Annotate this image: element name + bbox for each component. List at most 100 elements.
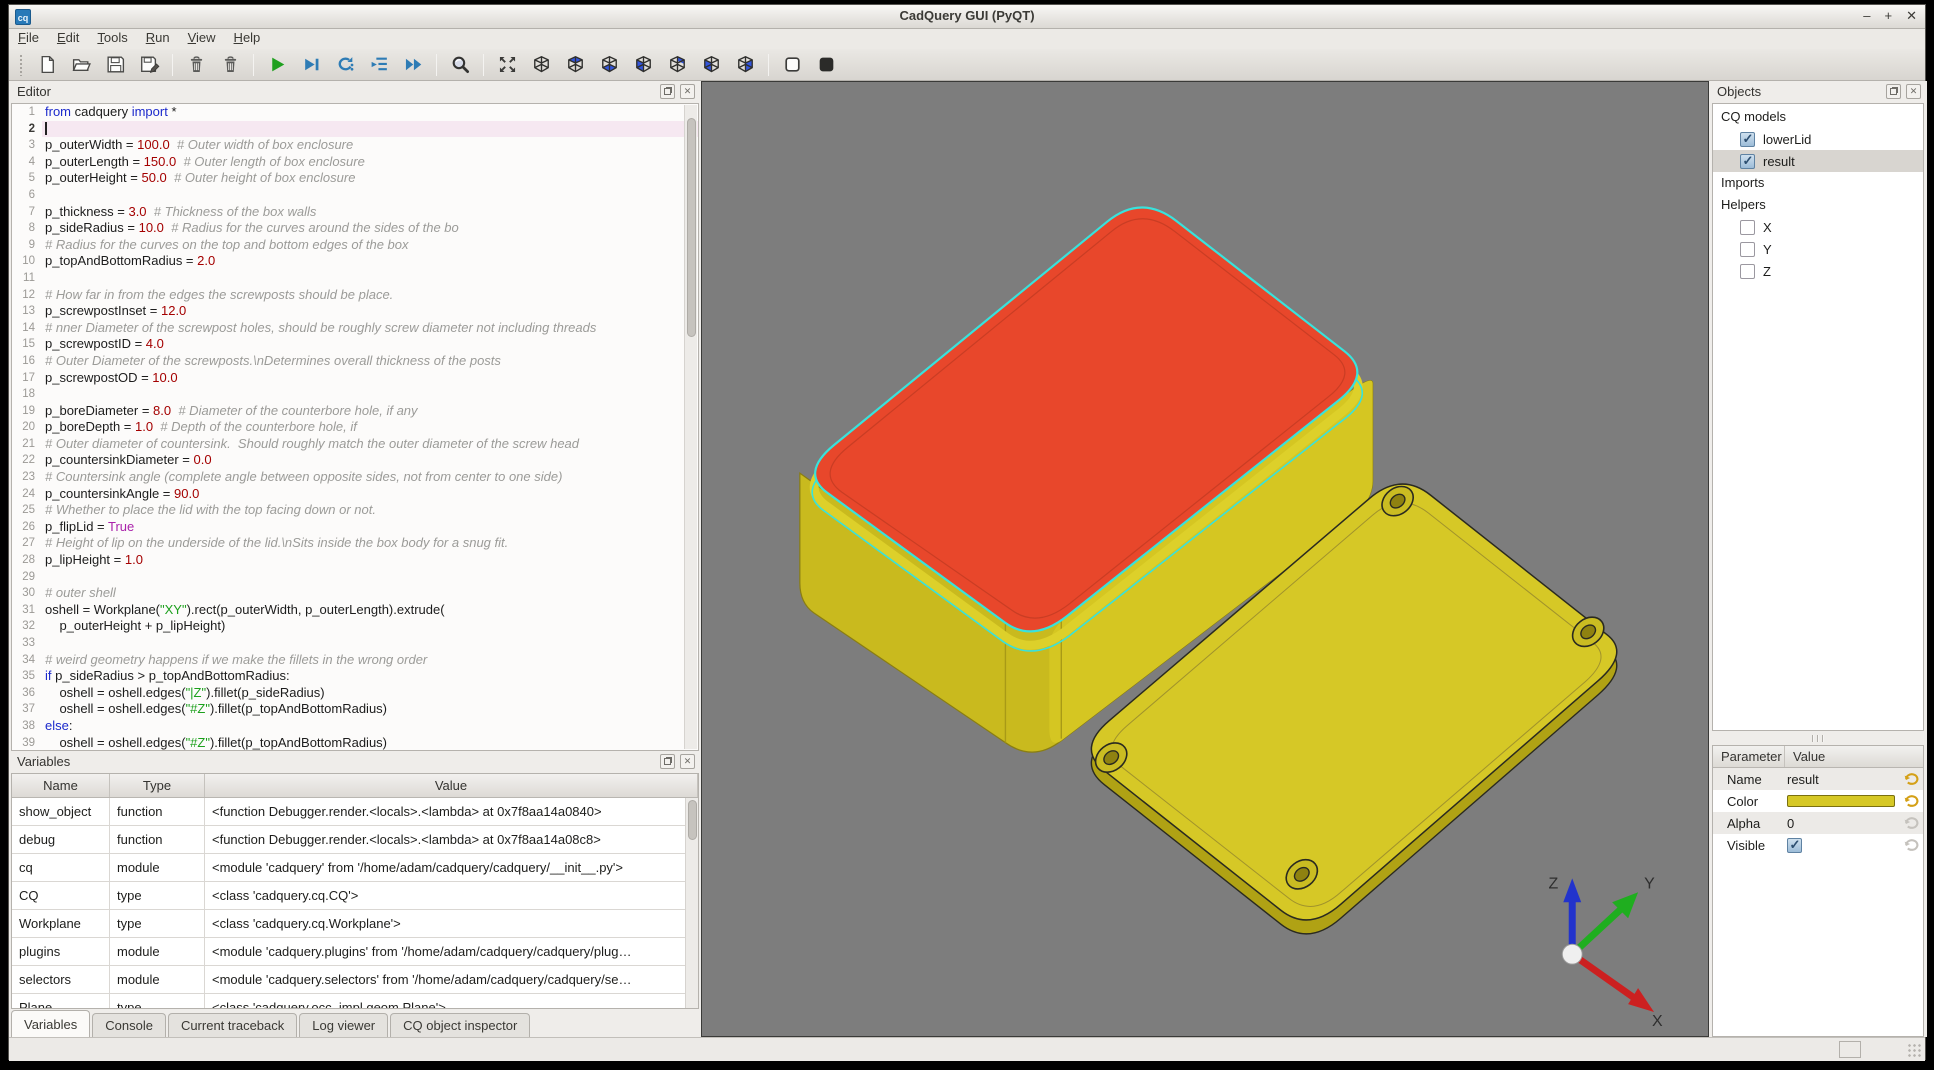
parameter-row-color[interactable]: Color xyxy=(1713,790,1923,812)
code-text: p_countersinkDiameter = 0.0 xyxy=(42,452,698,469)
toolbar-drag-handle[interactable] xyxy=(19,54,24,76)
parameter-value[interactable]: 0 xyxy=(1773,816,1903,831)
checkbox-result[interactable] xyxy=(1740,154,1755,169)
right-dock-splitter[interactable] xyxy=(1709,731,1927,745)
code-line-10: 10p_topAndBottomRadius = 2.0 xyxy=(12,253,698,270)
back-view-button[interactable] xyxy=(664,52,690,78)
code-text: else: xyxy=(42,718,698,735)
variables-float-button[interactable] xyxy=(660,754,675,769)
parameter-value[interactable] xyxy=(1773,838,1903,853)
code-line-31: 31oshell = Workplane("XY").rect(p_outerW… xyxy=(12,602,698,619)
resize-grip[interactable] xyxy=(1908,1044,1922,1058)
top-view-button[interactable] xyxy=(562,52,588,78)
variable-row-Workplane[interactable]: Workplanetype<class 'cadquery.cq.Workpla… xyxy=(12,910,698,938)
tree-item-result[interactable]: result xyxy=(1713,150,1923,172)
title-bar[interactable]: cq CadQuery GUI (PyQT) – + ✕ xyxy=(9,5,1925,29)
code-line-16: 16# Outer Diameter of the screwposts.\nD… xyxy=(12,353,698,370)
checkbox-y[interactable] xyxy=(1740,242,1755,257)
tab-console[interactable]: Console xyxy=(92,1013,166,1037)
column-header-name[interactable]: Name xyxy=(12,774,110,797)
variables-scrollbar[interactable] xyxy=(685,798,698,1008)
minimize-button[interactable]: – xyxy=(1863,8,1870,24)
code-text xyxy=(42,569,698,586)
variable-row-Plane[interactable]: Planetype<class 'cadquery.occ_impl.geom.… xyxy=(12,994,698,1009)
render-button[interactable] xyxy=(264,52,290,78)
editor-scrollbar[interactable] xyxy=(684,105,697,749)
parameter-value[interactable]: result xyxy=(1773,772,1903,787)
parameter-row-name[interactable]: Nameresult xyxy=(1713,768,1923,790)
close-button[interactable]: ✕ xyxy=(1906,8,1917,24)
tab-log-viewer[interactable]: Log viewer xyxy=(299,1013,388,1037)
tab-cq-object-inspector[interactable]: CQ object inspector xyxy=(390,1013,530,1037)
save-as-button[interactable] xyxy=(136,52,162,78)
menu-edit[interactable]: Edit xyxy=(48,29,88,49)
variable-row-cq[interactable]: cqmodule<module 'cadquery' from '/home/a… xyxy=(12,854,698,882)
tree-item-lowerlid[interactable]: lowerLid xyxy=(1713,128,1923,150)
tree-group-helpers[interactable]: Helpers xyxy=(1713,194,1923,216)
tab-current-traceback[interactable]: Current traceback xyxy=(168,1013,297,1037)
debug-button[interactable] xyxy=(298,52,324,78)
objects-close-button[interactable]: ✕ xyxy=(1906,84,1921,99)
3d-viewport[interactable]: Z Y X xyxy=(701,81,1709,1037)
menu-view[interactable]: View xyxy=(179,29,225,49)
iso-view-button[interactable] xyxy=(528,52,554,78)
editor-float-button[interactable] xyxy=(660,84,675,99)
variable-row-CQ[interactable]: CQtype<class 'cadquery.cq.CQ'> xyxy=(12,882,698,910)
code-text: oshell = oshell.edges("#Z").fillet(p_top… xyxy=(42,701,698,718)
undo-icon[interactable] xyxy=(1903,815,1921,831)
variable-row-show_object[interactable]: show_objectfunction<function Debugger.re… xyxy=(12,798,698,826)
variables-scrollbar-thumb[interactable] xyxy=(688,800,697,840)
menu-run[interactable]: Run xyxy=(137,29,179,49)
menu-file[interactable]: File xyxy=(9,29,48,49)
left-view-button[interactable] xyxy=(698,52,724,78)
checkbox-lowerlid[interactable] xyxy=(1740,132,1755,147)
step-into-button[interactable] xyxy=(366,52,392,78)
parameter-value[interactable] xyxy=(1773,795,1903,807)
clear-button[interactable] xyxy=(183,52,209,78)
code-text: p_sideRadius = 10.0 # Radius for the cur… xyxy=(42,220,698,237)
editor-close-button[interactable]: ✕ xyxy=(680,84,695,99)
continue-button[interactable] xyxy=(400,52,426,78)
column-header-type[interactable]: Type xyxy=(110,774,205,797)
right-view-button[interactable] xyxy=(732,52,758,78)
delete-button[interactable] xyxy=(217,52,243,78)
parameter-row-alpha[interactable]: Alpha0 xyxy=(1713,812,1923,834)
undo-icon[interactable] xyxy=(1903,771,1921,787)
code-line-30: 30# outer shell xyxy=(12,585,698,602)
maximize-button[interactable]: + xyxy=(1885,8,1893,24)
variable-row-selectors[interactable]: selectorsmodule<module 'cadquery.selecto… xyxy=(12,966,698,994)
wireframe-button[interactable] xyxy=(779,52,805,78)
undo-icon[interactable] xyxy=(1903,837,1921,853)
code-editor[interactable]: 1from cadquery import *23p_outerWidth = … xyxy=(11,103,699,751)
line-number: 36 xyxy=(12,685,42,702)
tree-item-z[interactable]: Z xyxy=(1713,260,1923,282)
menu-tools[interactable]: Tools xyxy=(88,29,136,49)
parameter-row-visible[interactable]: Visible xyxy=(1713,834,1923,856)
editor-scrollbar-thumb[interactable] xyxy=(687,118,696,337)
front-view-button[interactable] xyxy=(630,52,656,78)
checkbox-x[interactable] xyxy=(1740,220,1755,235)
shaded-button[interactable] xyxy=(813,52,839,78)
step-button[interactable] xyxy=(332,52,358,78)
fit-all-button[interactable] xyxy=(494,52,520,78)
visible-checkbox[interactable] xyxy=(1787,838,1802,853)
tree-item-x[interactable]: X xyxy=(1713,216,1923,238)
tree-item-y[interactable]: Y xyxy=(1713,238,1923,260)
checkbox-z[interactable] xyxy=(1740,264,1755,279)
objects-float-button[interactable] xyxy=(1886,84,1901,99)
column-header-value[interactable]: Value xyxy=(205,774,698,797)
variables-close-button[interactable]: ✕ xyxy=(680,754,695,769)
tree-group-cq-models[interactable]: CQ models xyxy=(1713,106,1923,128)
variable-row-plugins[interactable]: pluginsmodule<module 'cadquery.plugins' … xyxy=(12,938,698,966)
new-file-button[interactable] xyxy=(34,52,60,78)
tab-variables[interactable]: Variables xyxy=(11,1010,90,1037)
open-button[interactable] xyxy=(68,52,94,78)
undo-icon[interactable] xyxy=(1903,793,1921,809)
menu-help[interactable]: Help xyxy=(225,29,270,49)
bottom-view-button[interactable] xyxy=(596,52,622,78)
save-button[interactable] xyxy=(102,52,128,78)
tree-group-imports[interactable]: Imports xyxy=(1713,172,1923,194)
color-swatch[interactable] xyxy=(1787,795,1895,807)
variable-row-debug[interactable]: debugfunction<function Debugger.render.<… xyxy=(12,826,698,854)
inspect-button[interactable] xyxy=(447,52,473,78)
